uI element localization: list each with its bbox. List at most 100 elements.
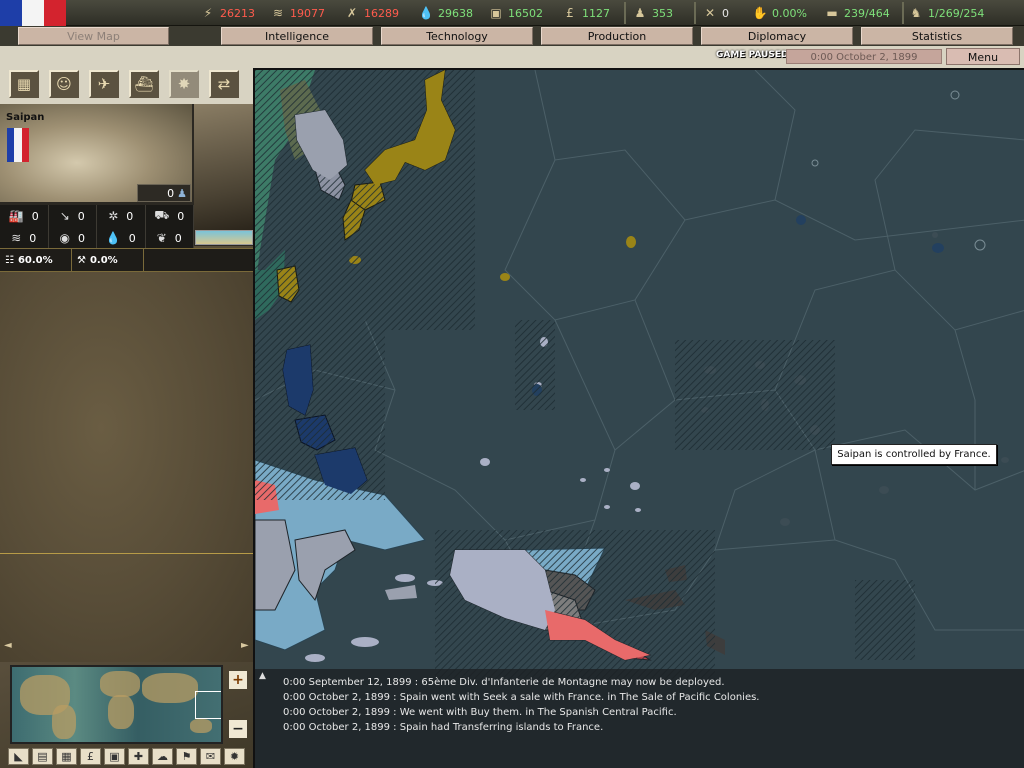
indicator-manpower[interactable]: ♟ 353 bbox=[632, 4, 673, 22]
main-tabs: View Map Intelligence Technology Product… bbox=[0, 26, 1024, 46]
map-canvas[interactable] bbox=[255, 70, 1024, 768]
explosion-icon: ✸ bbox=[177, 75, 191, 93]
tab-technology[interactable]: Technology bbox=[381, 27, 533, 45]
minimap-viewport[interactable] bbox=[195, 691, 221, 719]
tab-intelligence[interactable]: Intelligence bbox=[221, 27, 373, 45]
indicator-value: 1/269/254 bbox=[928, 6, 985, 20]
minimap[interactable] bbox=[10, 665, 223, 744]
percent-value: 0.0% bbox=[89, 254, 118, 266]
theater-mode-icon[interactable]: ✚ bbox=[128, 748, 149, 765]
unit-list-area[interactable] bbox=[0, 272, 253, 662]
options-icon[interactable]: ✹ bbox=[224, 748, 245, 765]
stat-infrastructure: ↘ 0 bbox=[49, 205, 97, 227]
nation-flag[interactable] bbox=[0, 0, 66, 26]
messages-icon[interactable]: ✉ bbox=[200, 748, 221, 765]
rare-materials-icon: ❦ bbox=[156, 231, 167, 245]
combat-button[interactable]: ✸ bbox=[169, 70, 199, 98]
money-icon: £ bbox=[566, 6, 574, 20]
log-message[interactable]: 0:00 October 2, 1899 : Spain had Transfe… bbox=[283, 722, 603, 733]
map-icon: ▦ bbox=[16, 75, 32, 93]
log-message[interactable]: 0:00 October 2, 1899 : Spain went with S… bbox=[283, 692, 759, 703]
game-date[interactable]: 0:00 October 2, 1899 bbox=[786, 49, 942, 64]
japan-island bbox=[500, 273, 510, 281]
indicator-value: 0.00% bbox=[772, 6, 807, 20]
province-name: Saipan bbox=[6, 112, 45, 123]
stat-coastal-fort: ⛟ 0 bbox=[146, 205, 194, 227]
collapse-arrow-icon[interactable]: ▲ bbox=[259, 671, 266, 681]
indicator-dissent[interactable]: ✋ 0.00% bbox=[752, 4, 807, 22]
resource-oil[interactable]: 💧 29638 bbox=[418, 4, 473, 22]
manpower-icon: ♟ bbox=[634, 6, 646, 20]
region-mode-icon[interactable]: ▦ bbox=[56, 748, 77, 765]
stat-value: 0 bbox=[128, 231, 136, 245]
land-units-button[interactable]: ▦ bbox=[9, 70, 39, 98]
province-manpower: 0 ♟ bbox=[137, 184, 191, 202]
air-units-button[interactable]: ✈ bbox=[89, 70, 119, 98]
stat-oil: 💧 0 bbox=[97, 227, 146, 249]
divider bbox=[0, 553, 253, 554]
leaders-button[interactable]: ☺ bbox=[49, 70, 79, 98]
province-tooltip: Saipan is controlled by France. bbox=[831, 444, 997, 465]
anti-air-icon: ✲ bbox=[108, 209, 119, 223]
unit-filter-buttons: ▦ ☺ ✈ ⛴ ✸ ⇄ bbox=[0, 68, 253, 104]
province-owner-flag[interactable] bbox=[7, 128, 29, 162]
resource-rare-materials[interactable]: ✗ 16289 bbox=[344, 4, 399, 22]
divider bbox=[694, 2, 696, 24]
world-map[interactable]: Saipan is controlled by France. bbox=[253, 68, 1024, 768]
game-paused-label: GAME PAUSED bbox=[716, 50, 789, 60]
province-stats-row: 🏭 0 ↘ 0 ✲ 0 ⛟ 0 bbox=[0, 205, 194, 227]
transports-icon: ✕ bbox=[704, 6, 716, 20]
message-log[interactable]: ▲ 0:00 September 12, 1899 : 65ème Div. d… bbox=[255, 669, 1024, 768]
province-percent-row: ☷ 60.0% ⚒ 0.0% bbox=[0, 248, 253, 272]
manpower-value: 0 bbox=[167, 186, 175, 200]
stat-value: 0 bbox=[77, 209, 85, 223]
indicator-convoys[interactable]: ♞ 1/269/254 bbox=[908, 4, 985, 22]
log-message[interactable]: 0:00 October 2, 1899 : We went with Buy … bbox=[283, 707, 677, 718]
stat-value: 0 bbox=[31, 209, 39, 223]
resource-value: 16289 bbox=[364, 6, 399, 20]
indicator-ic[interactable]: ▬ 239/464 bbox=[824, 4, 889, 22]
orders-icon: ⇄ bbox=[217, 75, 231, 93]
supply-mode-icon[interactable]: ▣ bbox=[104, 748, 125, 765]
province-terrain-image bbox=[194, 104, 253, 230]
orders-button[interactable]: ⇄ bbox=[209, 70, 239, 98]
oil-icon: 💧 bbox=[105, 231, 121, 245]
energy-icon: ⚡ bbox=[203, 6, 213, 20]
terrain-mode-icon[interactable]: ◣ bbox=[8, 748, 29, 765]
resource-supplies[interactable]: ▣ 16502 bbox=[488, 4, 543, 22]
ship-icon: ⛴ bbox=[134, 75, 154, 93]
economy-mode-icon[interactable]: £ bbox=[80, 748, 101, 765]
resource-money[interactable]: £ 1127 bbox=[562, 4, 610, 22]
manpower-icon: ♟ bbox=[177, 186, 187, 200]
resource-energy[interactable]: ⚡ 26213 bbox=[200, 4, 255, 22]
menu-button[interactable]: Menu bbox=[946, 48, 1020, 65]
resource-metal[interactable]: ≋ 19077 bbox=[270, 4, 325, 22]
tab-production[interactable]: Production bbox=[541, 27, 693, 45]
naval-units-button[interactable]: ⛴ bbox=[129, 70, 159, 98]
indicator-transports[interactable]: ✕ 0 bbox=[702, 4, 729, 22]
diplomatic-mode-icon[interactable]: ⚑ bbox=[176, 748, 197, 765]
scroll-right-arrow-icon[interactable]: ► bbox=[241, 640, 249, 651]
political-mode-icon[interactable]: ▤ bbox=[32, 748, 53, 765]
scroll-left-arrow-icon[interactable]: ◄ bbox=[4, 640, 12, 651]
zoom-in-button[interactable]: + bbox=[229, 671, 247, 689]
japan-island bbox=[626, 236, 636, 248]
zoom-out-button[interactable]: − bbox=[229, 720, 247, 738]
log-message[interactable]: 0:00 September 12, 1899 : 65ème Div. d'I… bbox=[283, 677, 725, 688]
coastal-fort-icon: ⛟ bbox=[154, 208, 170, 222]
tab-view-map[interactable]: View Map bbox=[18, 27, 169, 45]
indicator-value: 0 bbox=[722, 6, 729, 20]
divider bbox=[902, 2, 904, 24]
divider bbox=[624, 2, 626, 24]
indicator-value: 353 bbox=[652, 6, 673, 20]
oil-icon: 💧 bbox=[418, 6, 434, 20]
weather-mode-icon[interactable]: ☁ bbox=[152, 748, 173, 765]
resource-value: 26213 bbox=[220, 6, 255, 20]
stat-energy: ◉ 0 bbox=[49, 227, 97, 249]
tab-statistics[interactable]: Statistics bbox=[861, 27, 1013, 45]
stat-value: 0 bbox=[29, 231, 37, 245]
stat-industry: 🏭 0 bbox=[0, 205, 49, 227]
resource-value: 29638 bbox=[438, 6, 473, 20]
ic-icon: ▬ bbox=[826, 6, 838, 20]
tab-diplomacy[interactable]: Diplomacy bbox=[701, 27, 853, 45]
